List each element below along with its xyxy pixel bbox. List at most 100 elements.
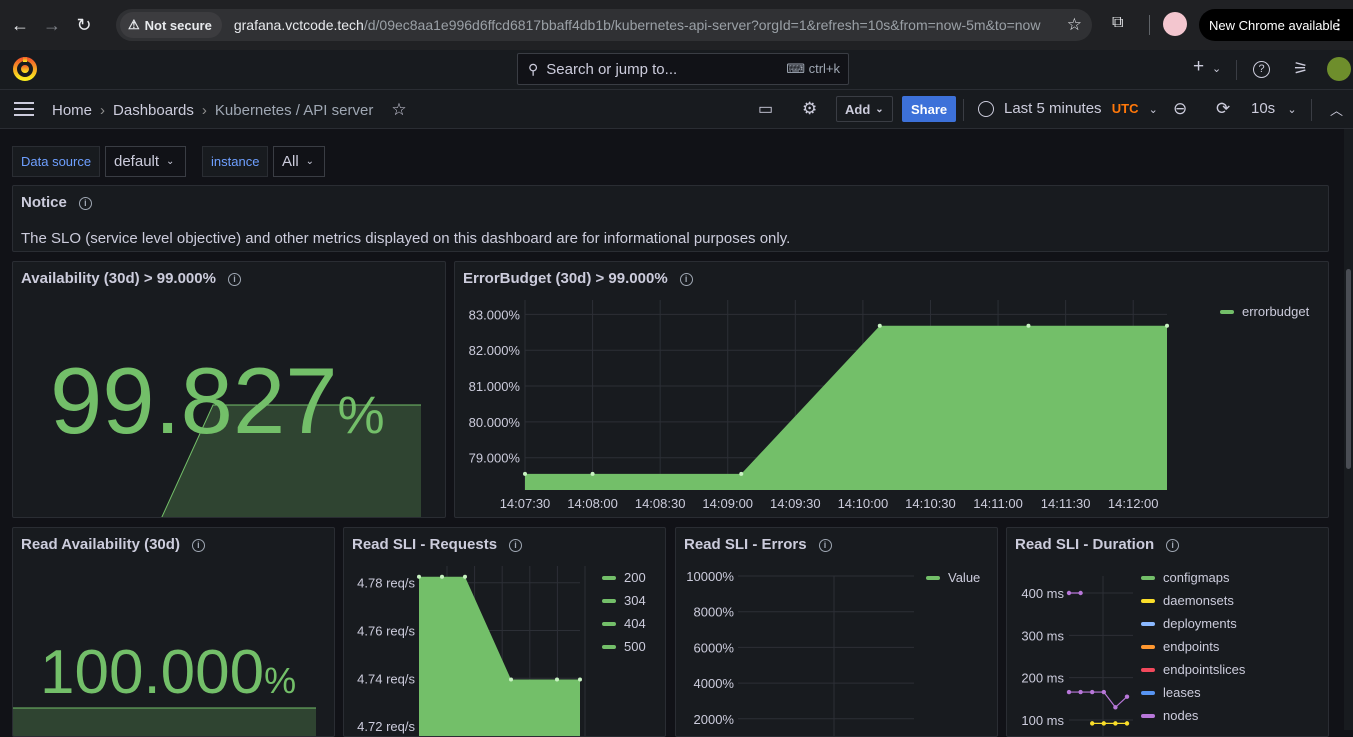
grafana-logo-icon[interactable] <box>12 56 38 82</box>
reload-icon[interactable]: ↻ <box>70 11 98 39</box>
data-point <box>1113 705 1118 710</box>
read-availability-number: 100.000 <box>40 638 265 707</box>
page-scrollbar[interactable] <box>1344 129 1353 730</box>
info-icon[interactable]: i <box>78 197 92 210</box>
legend-swatch <box>602 575 616 580</box>
variable-label-datasource: Data source <box>12 146 101 177</box>
y-tick-label: 80.000% <box>469 415 521 430</box>
breadcrumb-dashboards[interactable]: Dashboards <box>113 102 194 119</box>
notice-panel: Notice i The SLO (service level objective… <box>12 185 1329 252</box>
clock-icon[interactable] <box>978 101 994 117</box>
share-button[interactable]: Share <box>902 96 957 122</box>
legend-swatch <box>926 575 940 580</box>
breadcrumb-home[interactable]: Home <box>52 102 92 119</box>
user-avatar[interactable] <box>1327 57 1351 81</box>
y-tick-label: 8000% <box>694 605 735 620</box>
legend-item[interactable]: endpoints <box>1141 635 1245 658</box>
legend-item[interactable]: nodes <box>1141 704 1245 727</box>
chevron-down-icon[interactable]: ⌄ <box>1212 62 1221 75</box>
security-chip[interactable]: ⚠ Not secure <box>120 12 222 38</box>
kebab-menu-icon[interactable]: ⋮ <box>1332 17 1345 33</box>
legend-label: 304 <box>624 593 646 608</box>
profile-avatar[interactable] <box>1163 12 1187 36</box>
legend-label: configmaps <box>1163 570 1230 585</box>
legend-label: endpointslices <box>1163 662 1246 677</box>
legend-item[interactable]: errorbudget <box>1220 300 1309 323</box>
data-point <box>1090 721 1095 726</box>
legend-swatch <box>1141 644 1155 649</box>
shortcut-text: ctrl+k <box>808 61 840 76</box>
new-plus-icon[interactable]: + <box>1193 56 1204 78</box>
collapse-chevron-up-icon[interactable]: ︿ <box>1330 100 1343 119</box>
legend-item[interactable]: Value <box>926 566 980 589</box>
legend-item[interactable]: 404 <box>602 612 646 635</box>
legend-item[interactable]: leases <box>1141 681 1245 704</box>
y-tick-label: 4.74 req/s <box>357 671 415 686</box>
data-point <box>578 677 582 682</box>
data-point <box>877 323 882 328</box>
add-button[interactable]: Add ⌄ <box>836 96 893 122</box>
data-point <box>1026 323 1031 328</box>
x-tick-label: 14:08:00 <box>567 496 618 511</box>
favorite-star-icon[interactable]: ☆ <box>391 100 406 120</box>
legend-item[interactable]: deployments <box>1141 612 1245 635</box>
read-availability-panel: Read Availability (30d) i 100.000% <box>12 527 335 737</box>
forward-icon[interactable]: → <box>38 11 66 39</box>
x-tick-label: 14:11:00 <box>973 496 1023 511</box>
legend-swatch <box>602 621 616 626</box>
update-chrome-button[interactable]: New Chrome available ⋮ <box>1199 9 1353 41</box>
x-tick-label: 14:09:30 <box>770 496 821 511</box>
time-range-picker[interactable]: Last 5 minutes UTC ⌄ <box>1004 100 1158 117</box>
data-point <box>590 471 595 476</box>
save-icon[interactable]: ▭ <box>758 99 773 119</box>
datasource-select[interactable]: default ⌄ <box>105 146 186 177</box>
y-tick-label: 4.72 req/s <box>357 719 415 734</box>
address-bar[interactable]: ⚠ Not secure grafana.vctcode.tech/d/09ec… <box>116 9 1092 41</box>
url-text[interactable]: grafana.vctcode.tech/d/09ec8aa1e996d6ffc… <box>234 17 1041 33</box>
news-rss-icon[interactable]: ⚞ <box>1293 59 1308 79</box>
datasource-value: default <box>114 153 160 170</box>
bookmark-star-icon[interactable]: ☆ <box>1067 15 1082 35</box>
legend-label: 404 <box>624 616 646 631</box>
time-range-label: Last 5 minutes <box>1004 100 1102 117</box>
legend-item[interactable]: 200 <box>602 566 646 589</box>
legend-swatch <box>1141 598 1155 603</box>
refresh-icon[interactable]: ⟳ <box>1216 99 1230 119</box>
legend-item[interactable]: daemonsets <box>1141 589 1245 612</box>
y-tick-label: 300 ms <box>1021 628 1064 643</box>
refresh-interval-picker[interactable]: 10s ⌄ <box>1251 100 1297 117</box>
extensions-icon[interactable]: ⧉ <box>1112 14 1132 34</box>
y-tick-label: 100 ms <box>1021 713 1064 728</box>
variable-label-instance: instance <box>202 146 269 177</box>
panel-title[interactable]: Notice i <box>21 194 92 211</box>
chevron-down-icon: ⌄ <box>1287 104 1297 116</box>
zoom-out-icon[interactable]: ⊖ <box>1173 99 1187 119</box>
menu-hamburger-icon[interactable] <box>14 100 34 116</box>
legend-label: deployments <box>1163 616 1237 631</box>
legend-item[interactable]: 304 <box>602 589 646 612</box>
scrollbar-thumb[interactable] <box>1346 269 1351 469</box>
availability-number: 99.827 <box>50 348 338 453</box>
back-icon[interactable]: ← <box>6 11 34 39</box>
help-icon[interactable]: ? <box>1253 61 1270 78</box>
breadcrumb: Home › Dashboards › Kubernetes / API ser… <box>52 100 407 120</box>
y-tick-label: 400 ms <box>1021 586 1064 601</box>
search-input[interactable]: ⚲ Search or jump to... ⌨ ctrl+k <box>517 53 849 85</box>
availability-value: 99.827% <box>50 354 385 448</box>
availability-panel: Availability (30d) > 99.000% i 99.827% <box>12 261 446 518</box>
legend-item[interactable]: configmaps <box>1141 566 1245 589</box>
instance-select[interactable]: All ⌄ <box>273 146 325 177</box>
url-host: grafana.vctcode.tech <box>233 17 364 33</box>
data-point <box>1090 689 1095 695</box>
legend-item[interactable]: 500 <box>602 635 646 658</box>
share-label: Share <box>911 101 948 117</box>
notice-text: The SLO (service level objective) and ot… <box>21 230 791 247</box>
dashboard-navbar: Home › Dashboards › Kubernetes / API ser… <box>0 90 1353 129</box>
chevron-down-icon: ⌄ <box>166 156 175 167</box>
settings-gear-icon[interactable]: ⚙ <box>802 99 817 119</box>
breadcrumb-current: Kubernetes / API server <box>214 101 374 119</box>
legend-item[interactable]: endpointslices <box>1141 658 1245 681</box>
data-point <box>1066 590 1072 596</box>
read-duration-legend: configmaps daemonsets deployments endpoi… <box>1141 566 1245 727</box>
y-tick-label: 10000% <box>686 569 734 584</box>
